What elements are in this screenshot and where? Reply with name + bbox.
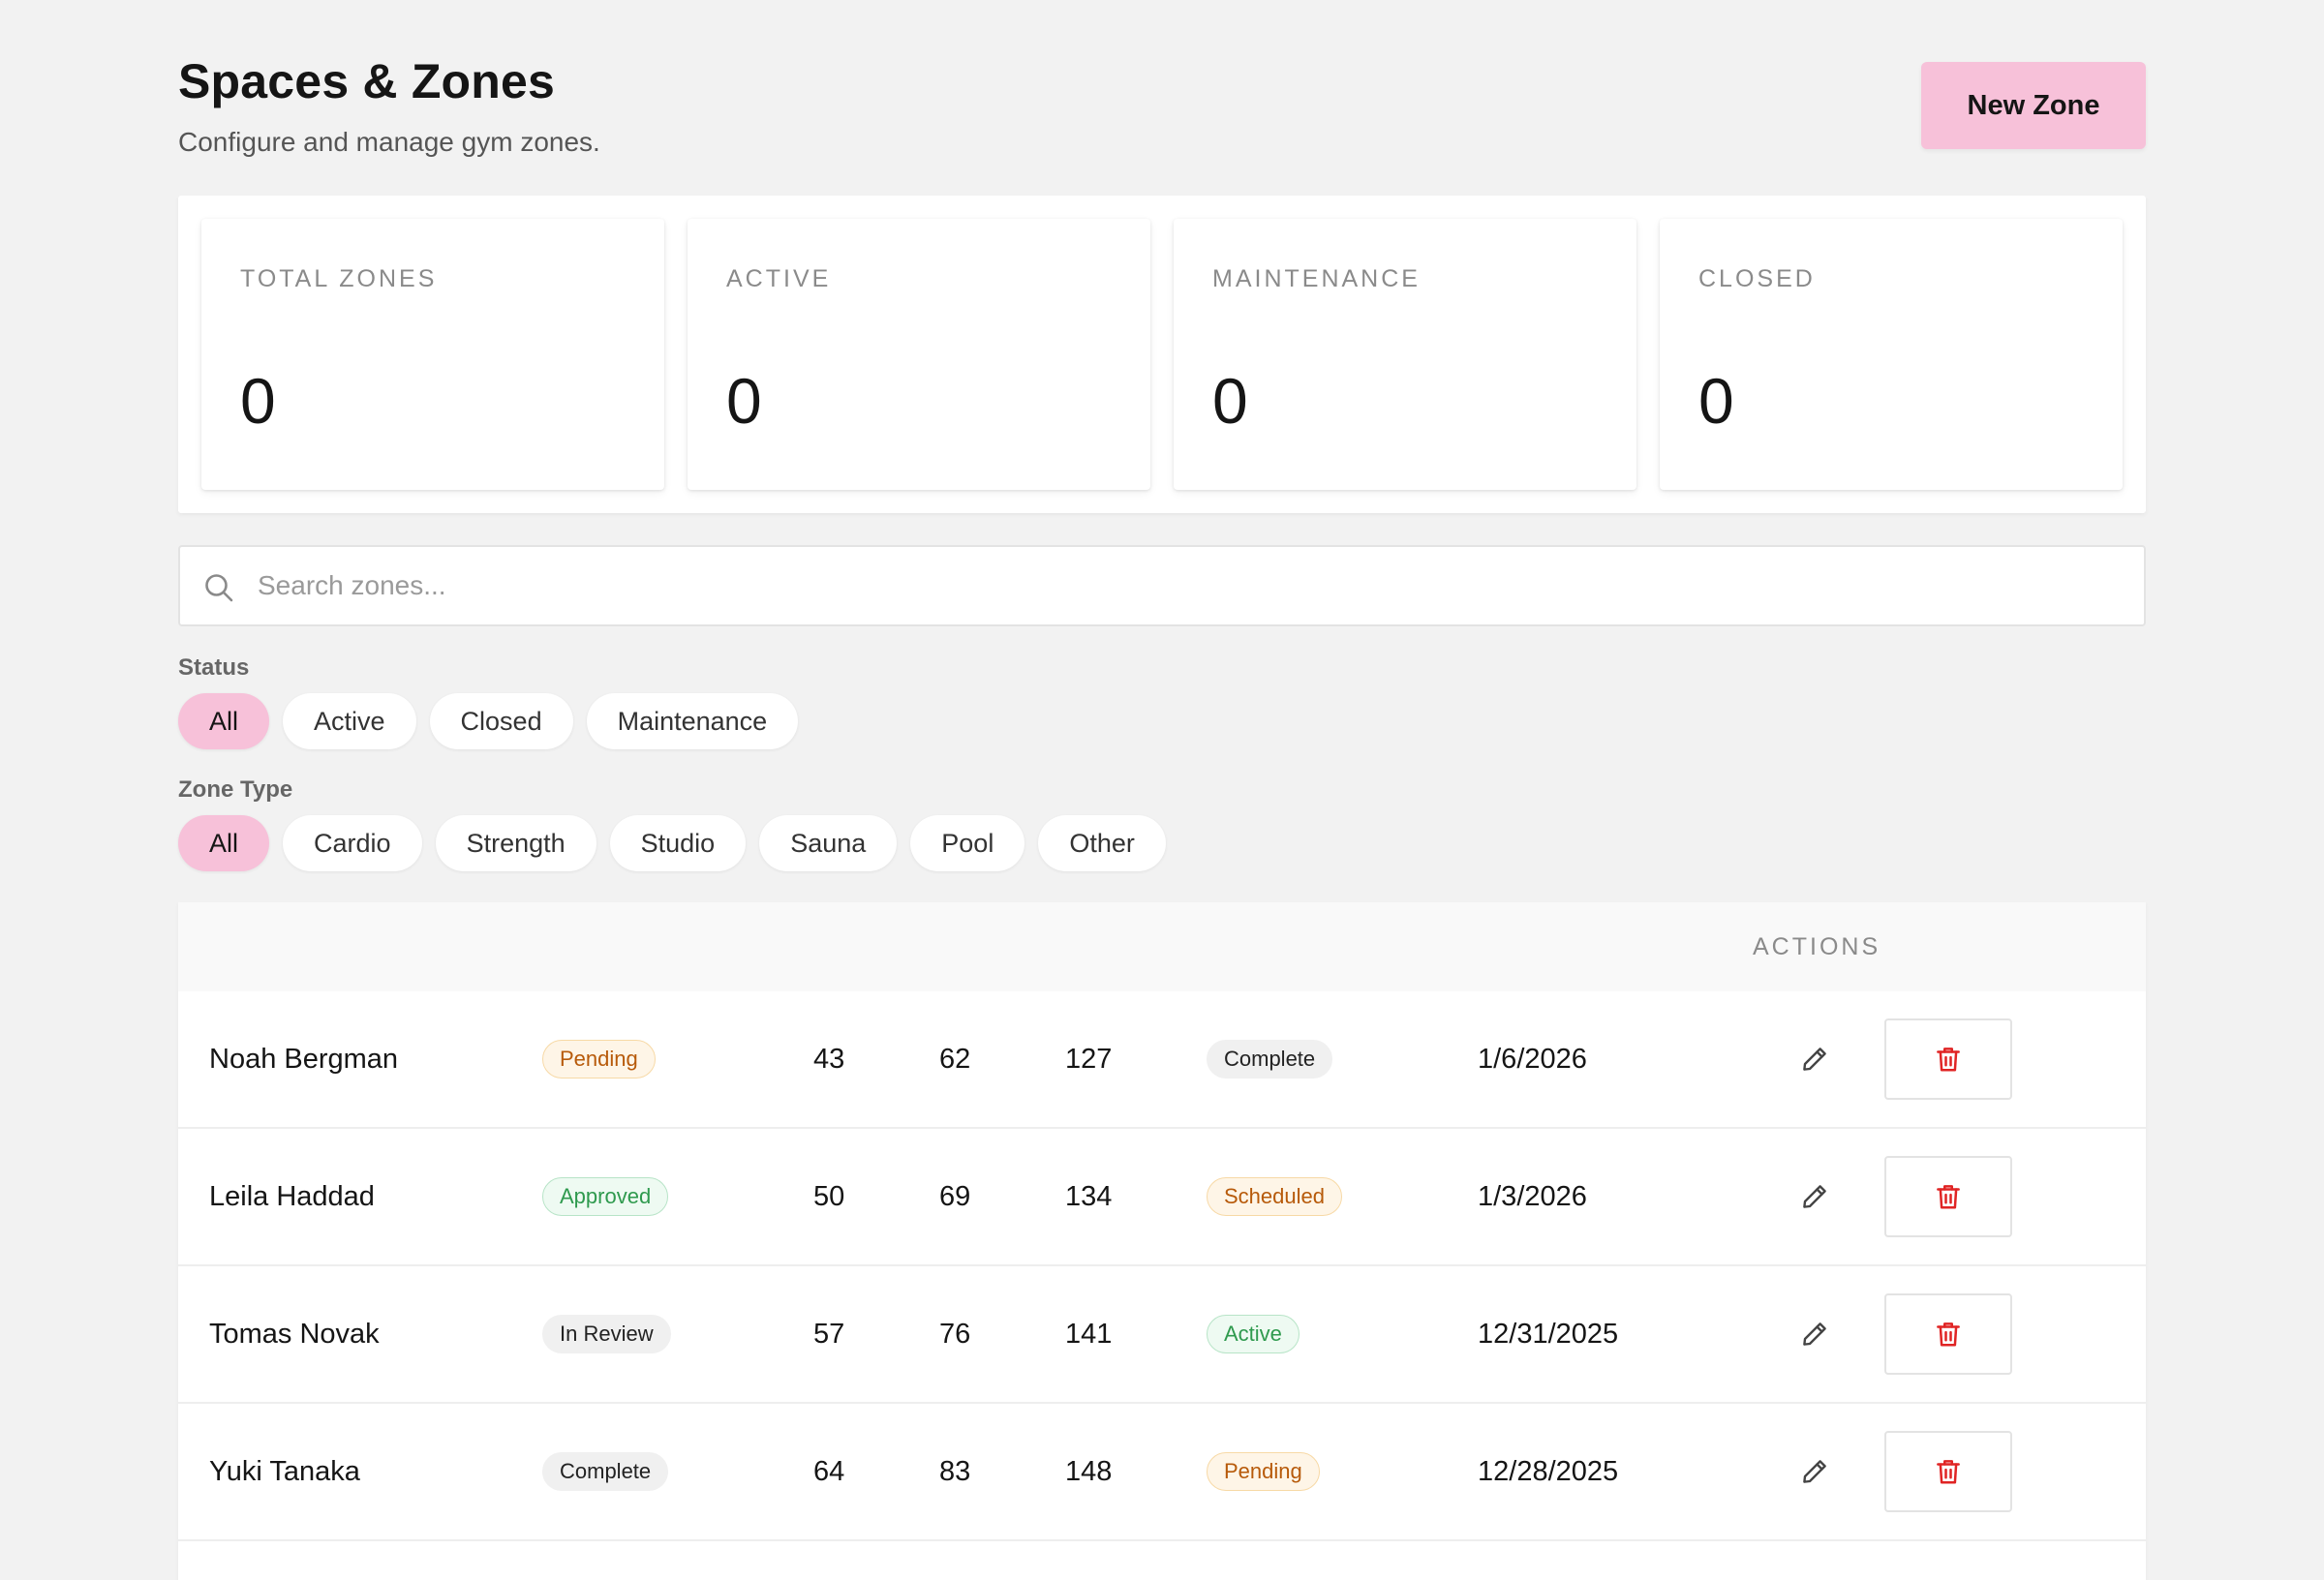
row-value-3: 134 [1065, 1181, 1113, 1212]
stat-label: TOTAL ZONES [240, 265, 438, 292]
edit-button[interactable] [1795, 1040, 1834, 1079]
delete-button[interactable] [1884, 1293, 2012, 1375]
row-value-2: 83 [939, 1456, 971, 1487]
zone-type-chip-sauna[interactable]: Sauna [759, 815, 898, 871]
stat-label: ACTIVE [726, 265, 832, 292]
row-value-3: 141 [1065, 1319, 1113, 1350]
status-filter-label: Status [178, 654, 250, 681]
row-name: Tomas Novak [209, 1319, 380, 1350]
stat-card-maintenance: MAINTENANCE 0 [1174, 219, 1636, 490]
status-chip-closed[interactable]: Closed [429, 693, 573, 749]
row-value-1: 64 [813, 1456, 845, 1487]
row-value-2: 76 [939, 1319, 971, 1350]
row-name: Leila Haddad [209, 1181, 375, 1212]
page-header: Spaces & Zones Configure and manage gym … [178, 50, 2146, 176]
pencil-icon [1803, 1322, 1826, 1346]
page-subtitle: Configure and manage gym zones. [178, 127, 600, 157]
zone-type-chip-all[interactable]: All [178, 815, 270, 871]
zone-type-chip-studio[interactable]: Studio [609, 815, 747, 871]
zone-type-chip-pool[interactable]: Pool [910, 815, 1025, 871]
pencil-icon [1803, 1460, 1826, 1483]
row-state-badge: Pending [1207, 1452, 1320, 1491]
row-date: 12/28/2025 [1478, 1456, 1619, 1487]
stat-value: 0 [726, 365, 762, 437]
row-state-badge: Complete [1207, 1040, 1333, 1079]
edit-button[interactable] [1795, 1452, 1834, 1491]
stats-panel: TOTAL ZONES 0 ACTIVE 0 MAINTENANCE 0 CLO… [178, 196, 2146, 513]
zone-type-chip-other[interactable]: Other [1038, 815, 1166, 871]
zone-type-chip-cardio[interactable]: Cardio [283, 815, 422, 871]
search-icon [203, 572, 234, 603]
spaces-zones-page: Spaces & Zones Configure and manage gym … [0, 0, 2324, 1580]
status-filter-chips: All Active Closed Maintenance [178, 693, 799, 749]
table-row: Yuki Tanaka Complete 64 83 148 Pending 1… [178, 1404, 2146, 1541]
row-value-3: 148 [1065, 1456, 1113, 1487]
zone-type-filter-chips: All Cardio Strength Studio Sauna Pool Ot… [178, 815, 1166, 871]
actions-column-header: ACTIONS [1753, 933, 1881, 960]
trash-icon [1937, 1460, 1960, 1484]
search-input[interactable] [256, 547, 2115, 624]
row-status-badge: Complete [542, 1452, 669, 1491]
row-date: 1/3/2026 [1478, 1181, 1587, 1212]
zone-type-chip-strength[interactable]: Strength [435, 815, 596, 871]
stat-value: 0 [1698, 365, 1734, 437]
stat-value: 0 [1212, 365, 1248, 437]
row-value-1: 43 [813, 1044, 845, 1075]
table-row: Noah Bergman Pending 43 62 127 Complete … [178, 991, 2146, 1129]
row-name: Noah Bergman [209, 1044, 399, 1075]
pencil-icon [1803, 1048, 1826, 1071]
row-date: 1/6/2026 [1478, 1044, 1587, 1075]
page-title: Spaces & Zones [178, 54, 556, 108]
status-chip-all[interactable]: All [178, 693, 270, 749]
stat-card-total-zones: TOTAL ZONES 0 [201, 219, 664, 490]
trash-icon [1937, 1322, 1960, 1347]
table-row: Tomas Novak In Review 57 76 141 Active 1… [178, 1266, 2146, 1404]
delete-button[interactable] [1884, 1156, 2012, 1237]
edit-button[interactable] [1795, 1177, 1834, 1216]
edit-button[interactable] [1795, 1315, 1834, 1353]
row-name: Yuki Tanaka [209, 1456, 360, 1487]
trash-icon [1937, 1048, 1960, 1072]
row-state-badge: Scheduled [1207, 1177, 1342, 1216]
zone-type-filter-label: Zone Type [178, 776, 293, 803]
table-header: ACTIONS [178, 902, 2146, 991]
delete-button[interactable] [1884, 1431, 2012, 1512]
status-chip-active[interactable]: Active [283, 693, 416, 749]
zones-table: ACTIONS Noah Bergman Pending 43 62 127 C… [178, 902, 2146, 1580]
row-state-badge: Active [1207, 1315, 1300, 1353]
row-value-2: 69 [939, 1181, 971, 1212]
row-status-badge: In Review [542, 1315, 671, 1353]
stat-value: 0 [240, 365, 276, 437]
row-value-2: 62 [939, 1044, 971, 1075]
row-value-3: 127 [1065, 1044, 1113, 1075]
delete-button[interactable] [1884, 1018, 2012, 1100]
search-box[interactable] [178, 545, 2146, 626]
row-value-1: 57 [813, 1319, 845, 1350]
row-value-1: 50 [813, 1181, 845, 1212]
row-status-badge: Pending [542, 1040, 656, 1079]
trash-icon [1937, 1185, 1960, 1209]
table-row: Leila Haddad Approved 50 69 134 Schedule… [178, 1129, 2146, 1266]
stat-label: CLOSED [1698, 265, 1816, 292]
row-date: 12/31/2025 [1478, 1319, 1619, 1350]
new-zone-button[interactable]: New Zone [1921, 62, 2146, 149]
stat-label: MAINTENANCE [1212, 265, 1421, 292]
stat-card-closed: CLOSED 0 [1660, 219, 2123, 490]
pencil-icon [1803, 1185, 1826, 1208]
status-chip-maintenance[interactable]: Maintenance [586, 693, 799, 749]
row-status-badge: Approved [542, 1177, 669, 1216]
stat-card-active: ACTIVE 0 [688, 219, 1150, 490]
